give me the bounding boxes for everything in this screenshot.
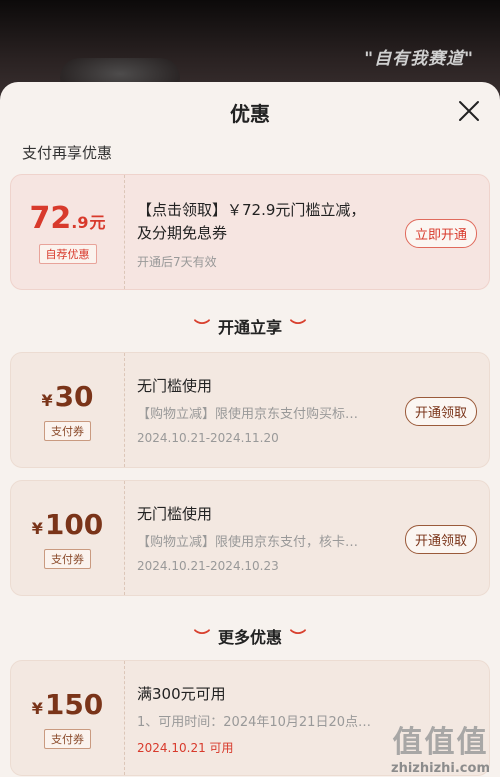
amount-unit: 元 — [89, 212, 106, 232]
coupon-card[interactable]: ¥ 30 支付券 无门槛使用 【购物立减】限使用京东支付购买标… 2024.10… — [10, 352, 490, 468]
coupon-card[interactable]: ¥ 100 支付券 无门槛使用 【购物立减】限使用京东支付，核卡… 2024.1… — [10, 480, 490, 596]
close-icon — [459, 101, 479, 121]
coupon-date-range: 2024.10.21-2024.11.20 — [137, 431, 279, 445]
sheet-title: 优惠 — [230, 102, 270, 126]
amount-integer: 72 — [29, 200, 72, 236]
coupon-badge: 支付券 — [44, 728, 91, 749]
coupon-title: 无门槛使用 — [137, 377, 213, 395]
coupon-description: 【购物立减】限使用京东支付购买标… — [137, 407, 359, 422]
close-button[interactable] — [458, 100, 480, 122]
divider-label: 开通立享 — [217, 318, 282, 337]
coupon-amount: ¥ 100 — [32, 508, 104, 541]
currency-symbol: ¥ — [31, 518, 43, 538]
coupon-title-line-1: 【点击领取】￥72.9元门槛立减， — [137, 201, 366, 219]
currency-symbol: ¥ — [41, 390, 53, 410]
coupon-description: 【购物立减】限使用京东支付，核卡… — [137, 535, 359, 550]
watermark-logo: 值值值 — [392, 725, 489, 760]
amount-value: 100 — [44, 507, 104, 541]
coupon-title: 满300元可用 — [137, 685, 226, 703]
coupon-badge: 支付券 — [44, 420, 91, 441]
coupon-amount-panel: ¥ 30 支付券 — [11, 353, 125, 467]
coupon-validity: 开通后7天有效 — [137, 255, 217, 269]
highlight-coupon-card[interactable]: 72 .9 元 自荐优惠 【点击领取】￥72.9元门槛立减， 及分期免息券 开通… — [10, 174, 490, 290]
discount-sheet: 优惠 支付再享优惠 72 .9 元 自荐优惠 【点击领取】￥72.9元门槛立减，… — [0, 82, 500, 777]
amount-value: 150 — [44, 687, 104, 721]
watermark: 值值值 zhizhizhi.com — [391, 717, 490, 776]
coupon-amount-panel: 72 .9 元 自荐优惠 — [11, 175, 125, 289]
coupon-description: 1、可用时间：2024年10月21日20点… — [137, 715, 371, 730]
currency-symbol: ¥ — [31, 698, 43, 718]
watermark-site: zhizhizhi.com — [391, 761, 490, 776]
coupon-amount: ¥ 30 — [41, 380, 93, 413]
background-slogan: "自有我赛道" — [364, 49, 474, 69]
coupon-badge: 自荐优惠 — [38, 243, 97, 264]
open-now-button[interactable]: 立即开通 — [404, 219, 477, 248]
amount-value: 30 — [54, 379, 94, 413]
coupon-title: 无门槛使用 — [137, 505, 213, 523]
coupon-date-available: 2024.10.21 可用 — [137, 741, 234, 755]
coupon-badge: 支付券 — [44, 548, 91, 569]
coupon-amount-panel: ¥ 150 支付券 — [11, 661, 125, 775]
coupon-body: 无门槛使用 【购物立减】限使用京东支付购买标… 2024.10.21-2024.… — [137, 353, 389, 467]
coupon-body: 【点击领取】￥72.9元门槛立减， 及分期免息券 开通后7天有效 — [137, 175, 389, 289]
divider-more-offers: ︶ 更多优惠 ︶ — [193, 628, 307, 647]
coupon-body: 无门槛使用 【购物立减】限使用京东支付，核卡… 2024.10.21-2024.… — [137, 481, 389, 595]
coupon-amount: 72 .9 元 — [30, 201, 106, 236]
open-claim-button[interactable]: 开通领取 — [404, 525, 477, 554]
coupon-date-range: 2024.10.21-2024.10.23 — [137, 559, 279, 573]
open-claim-button[interactable]: 开通领取 — [404, 397, 477, 426]
coupon-body: 满300元可用 1、可用时间：2024年10月21日20点… 2024.10.2… — [137, 661, 389, 775]
coupon-amount: ¥ 150 — [32, 688, 104, 721]
divider-open-benefits: ︶ 开通立享 ︶ — [193, 318, 307, 337]
section-label-payment: 支付再享优惠 — [22, 144, 113, 162]
coupon-title-line-2: 及分期免息券 — [137, 224, 228, 242]
coupon-amount-panel: ¥ 100 支付券 — [11, 481, 125, 595]
amount-decimal: .9 — [71, 212, 89, 232]
divider-label: 更多优惠 — [217, 628, 282, 647]
